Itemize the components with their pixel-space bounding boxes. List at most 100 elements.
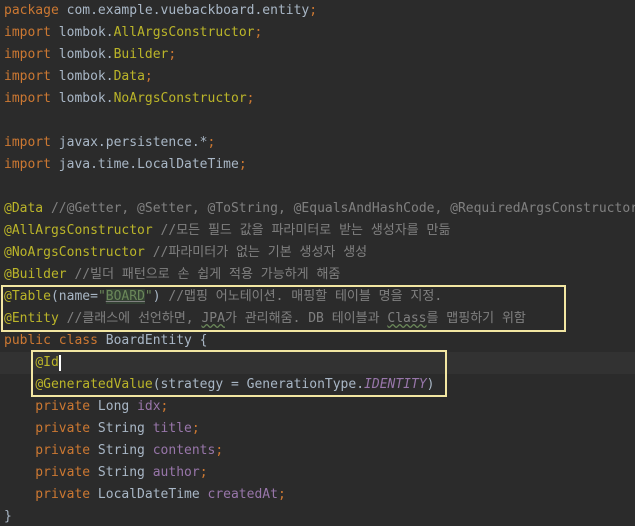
code-token: LocalDateTime [97,487,208,502]
code-token: ; [246,91,255,106]
code-line[interactable]: import lombok.NoArgsConstructor; [4,88,254,110]
code-line[interactable]: @Table(name="BOARD") //맵핑 어노테이션. 매핑할 테이블… [4,286,442,308]
code-token: ) [426,377,435,392]
code-token: ; [277,487,286,502]
code-line[interactable]: @Id [4,352,61,374]
code-editor[interactable]: package com.example.vuebackboard.entity;… [0,0,635,526]
code-token: IDENTITY [364,377,427,392]
code-token: ; [309,3,318,18]
code-token: idx [137,399,161,414]
code-token: lombok. [58,69,114,84]
code-token: (strategy = GenerationType. [152,377,365,392]
code-token: ; [168,47,177,62]
code-token: import [4,25,59,40]
code-token: 를 맵핑하기 위함 [426,311,526,326]
code-line[interactable]: @AllArgsConstructor //모든 필드 값을 파라미터로 받는 … [4,220,450,242]
code-token: author [152,465,200,480]
code-line[interactable]: private String contents; [4,440,223,462]
code-token: BOARD [105,289,145,304]
code-token: import [4,47,59,62]
code-line[interactable]: package com.example.vuebackboard.entity; [4,0,317,22]
code-token: Builder [113,47,169,62]
code-token: import [4,91,59,106]
code-token: javax.persistence.* [58,135,208,150]
code-token: public class [4,333,106,348]
code-line[interactable]: private String title; [4,418,200,440]
code-token: private [4,465,98,480]
code-token: import [4,157,59,172]
code-token: contents [152,443,216,458]
code-token: NoArgsConstructor [113,91,247,106]
code-token: @NoArgsConstructor [4,245,153,260]
code-token: //클래스에 선언하면, [66,311,202,326]
text-caret [58,354,61,371]
code-token: } [4,509,12,524]
code-token: 가 관리해줌. DB 테이블과 [224,311,388,326]
code-line[interactable]: } [4,506,12,526]
code-token: @Data [4,201,51,216]
code-token: //파라미터가 없는 기본 생성자 생성 [152,245,368,260]
code-token: import [4,69,59,84]
code-token: private [4,421,98,436]
code-token: Long [97,399,138,414]
code-token: ; [254,25,263,40]
code-line[interactable]: import lombok.Builder; [4,44,176,66]
code-token: Data [113,69,145,84]
code-line[interactable]: @NoArgsConstructor //파라미터가 없는 기본 생성자 생성 [4,242,367,264]
code-token: lombok. [58,47,114,62]
code-token: Class [387,311,427,326]
code-token: @GeneratedValue [35,377,153,392]
code-token: createdAt [207,487,278,502]
code-token: JPA [201,311,225,326]
code-token: AllArgsConstructor [113,25,255,40]
code-token: ; [238,157,247,172]
code-token: @AllArgsConstructor [4,223,161,238]
code-token: String [97,443,153,458]
code-token: //빌더 패턴으로 손 쉽게 적용 가능하게 해줌 [74,267,341,282]
code-line[interactable]: public class BoardEntity { [4,330,208,352]
code-token: ; [207,135,216,150]
code-token: ; [191,421,200,436]
code-token: private [4,487,98,502]
code-token: ; [199,465,208,480]
code-token: import [4,135,59,150]
code-token: @Table [4,289,51,304]
code-line[interactable]: private LocalDateTime createdAt; [4,484,286,506]
code-token: com.example.vuebackboard.entity [66,3,310,18]
code-token: ; [160,399,169,414]
code-line[interactable]: private Long idx; [4,396,168,418]
code-token: ; [144,69,153,84]
code-token: //@Getter, @Setter, @ToString, @EqualsAn… [50,201,635,216]
code-line[interactable]: private String author; [4,462,208,484]
code-line[interactable]: import lombok.AllArgsConstructor; [4,22,262,44]
code-line[interactable]: @Entity //클래스에 선언하면, JPA가 관리해줌. DB 테이블과 … [4,308,526,330]
code-token: @Entity [4,311,67,326]
code-token: ; [215,443,224,458]
code-token: String [97,421,153,436]
code-token: lombok. [58,91,114,106]
code-token: lombok. [58,25,114,40]
code-token: String [97,465,153,480]
code-line[interactable]: import javax.persistence.*; [4,132,215,154]
code-token: //모든 필드 값을 파라미터로 받는 생성자를 만듦 [160,223,451,238]
code-line[interactable]: @Builder //빌더 패턴으로 손 쉽게 적용 가능하게 해줌 [4,264,340,286]
code-line[interactable]: import java.time.LocalDateTime; [4,154,247,176]
code-token: java.time.LocalDateTime [58,157,239,172]
code-line[interactable]: @Data //@Getter, @Setter, @ToString, @Eq… [4,198,635,220]
code-token: @Id [35,355,59,370]
code-token: package [4,3,67,18]
code-token: ) [152,289,169,304]
code-token: private [4,443,98,458]
code-token: " [144,289,153,304]
code-token: " [97,289,106,304]
code-line[interactable]: @GeneratedValue(strategy = GenerationTyp… [4,374,435,396]
code-token: //맵핑 어노테이션. 매핑할 테이블 명을 지정. [168,289,443,304]
code-token: @Builder [4,267,75,282]
code-token: title [152,421,192,436]
current-line-highlight [0,352,635,374]
code-line[interactable]: import lombok.Data; [4,66,153,88]
code-token: BoardEntity { [105,333,208,348]
code-token: private [4,399,98,414]
